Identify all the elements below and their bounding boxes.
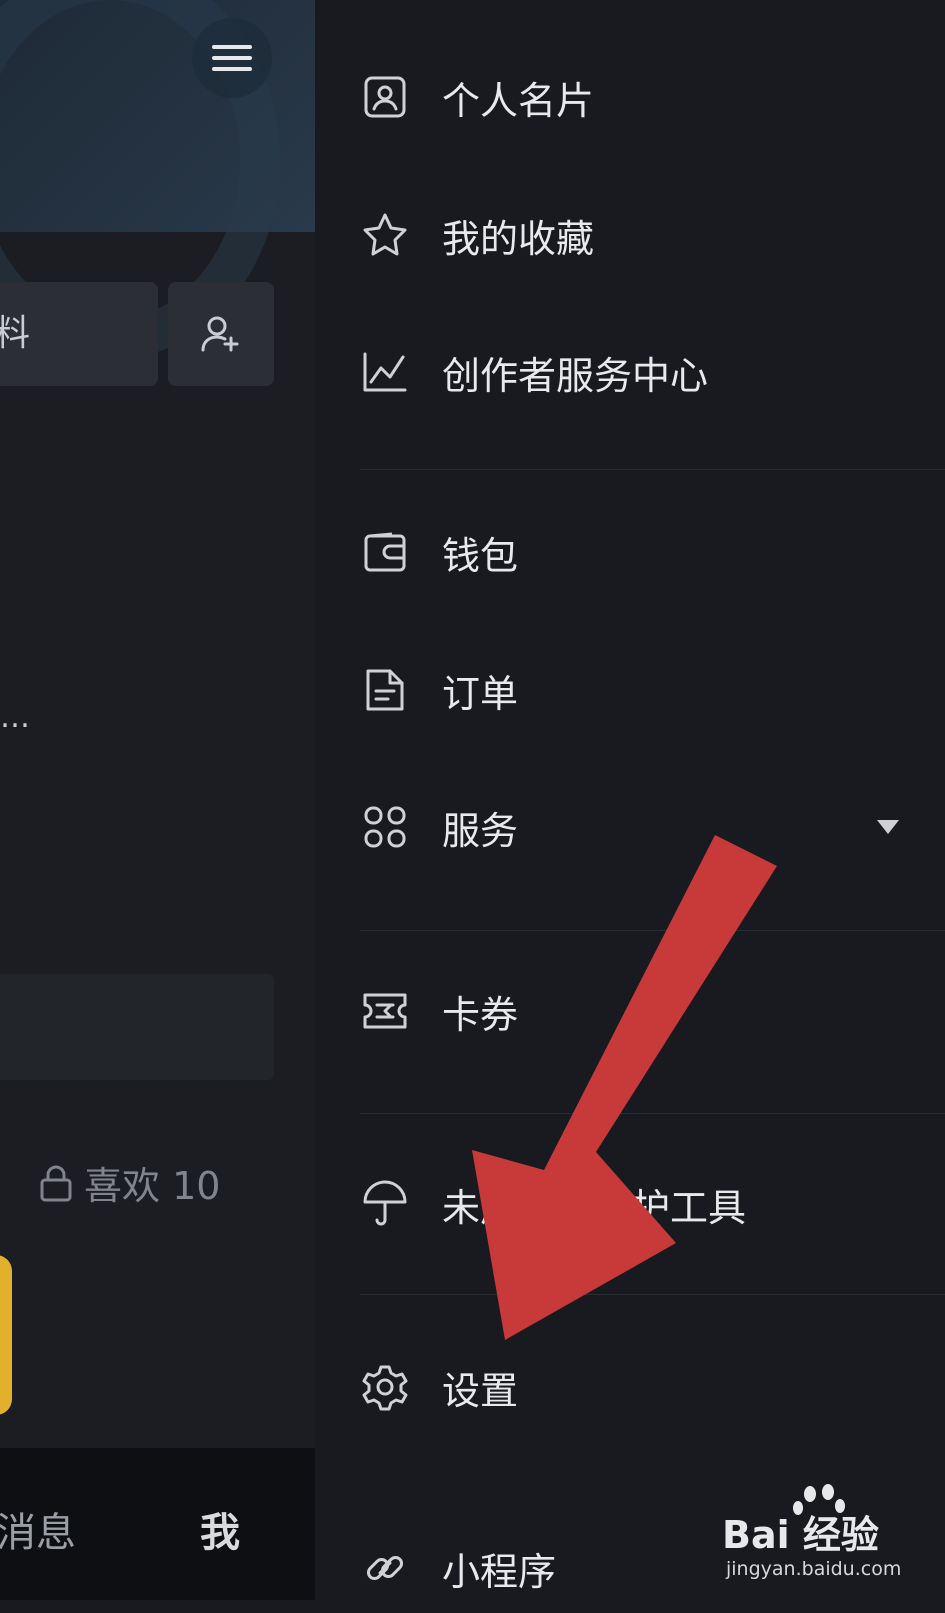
tab-messages[interactable]: 消息	[0, 1500, 76, 1558]
add-friend-button[interactable]	[168, 282, 274, 386]
content-strip	[0, 974, 274, 1080]
profile-cover-image	[0, 0, 315, 360]
profile-background-page: 料 … 喜欢 10 消息 我	[0, 0, 315, 1600]
tab-me[interactable]: 我	[200, 1500, 240, 1558]
truncated-text: …	[0, 700, 32, 735]
id-card-icon	[360, 72, 410, 122]
drawer-item-label: 小程序	[442, 1549, 557, 1594]
drawer-item-services[interactable]: 服务	[315, 782, 945, 872]
drawer-item-label: 个人名片	[442, 78, 595, 123]
drawer-item-wallet[interactable]: 钱包	[315, 507, 945, 597]
star-icon	[360, 210, 410, 260]
drawer-item-label: 未成年人保护工具	[442, 1185, 747, 1230]
link-icon	[360, 1543, 410, 1593]
yellow-fab[interactable]	[0, 1255, 12, 1415]
drawer-item-label: 订单	[442, 671, 519, 716]
drawer-item-orders[interactable]: 订单	[315, 645, 945, 735]
umbrella-icon	[360, 1179, 410, 1229]
gear-icon	[360, 1362, 410, 1412]
drawer-item-creator-center[interactable]: 创作者服务中心	[315, 327, 945, 417]
drawer-item-label: 钱包	[442, 533, 519, 578]
chevron-down-icon	[877, 820, 899, 834]
menu-button[interactable]	[192, 18, 272, 98]
drawer-item-label: 我的收藏	[442, 216, 595, 261]
chart-line-icon	[360, 347, 410, 397]
hamburger-icon	[212, 45, 252, 49]
likes-count[interactable]: 喜欢 10	[38, 1155, 220, 1210]
drawer-item-settings[interactable]: 设置	[315, 1342, 945, 1432]
drawer-item-label: 卡券	[442, 992, 519, 1037]
drawer-item-business-card[interactable]: 个人名片	[315, 52, 945, 142]
ticket-icon	[360, 986, 410, 1036]
likes-label: 喜欢 10	[84, 1164, 221, 1208]
document-icon	[360, 665, 410, 715]
drawer-item-label: 创作者服务中心	[442, 353, 709, 398]
wallet-icon	[360, 527, 410, 577]
drawer-item-minor-protection[interactable]: 未成年人保护工具	[315, 1159, 945, 1249]
lock-icon	[40, 1165, 72, 1201]
edit-profile-button[interactable]: 料	[0, 282, 158, 386]
drawer-item-label: 服务	[442, 808, 519, 853]
baidu-jingyan-watermark: Bai 经验 jingyan.baidu.com	[722, 1484, 942, 1596]
grid-icon	[360, 802, 410, 852]
drawer-item-favorites[interactable]: 我的收藏	[315, 190, 945, 280]
add-user-icon	[201, 316, 239, 352]
drawer-item-coupons[interactable]: 卡券	[315, 966, 945, 1056]
drawer-item-label: 设置	[442, 1368, 519, 1413]
side-drawer: 个人名片 我的收藏 创作者服务中心 钱包 订单 服务 卡券 未成年人保护工具 设…	[315, 0, 945, 1600]
